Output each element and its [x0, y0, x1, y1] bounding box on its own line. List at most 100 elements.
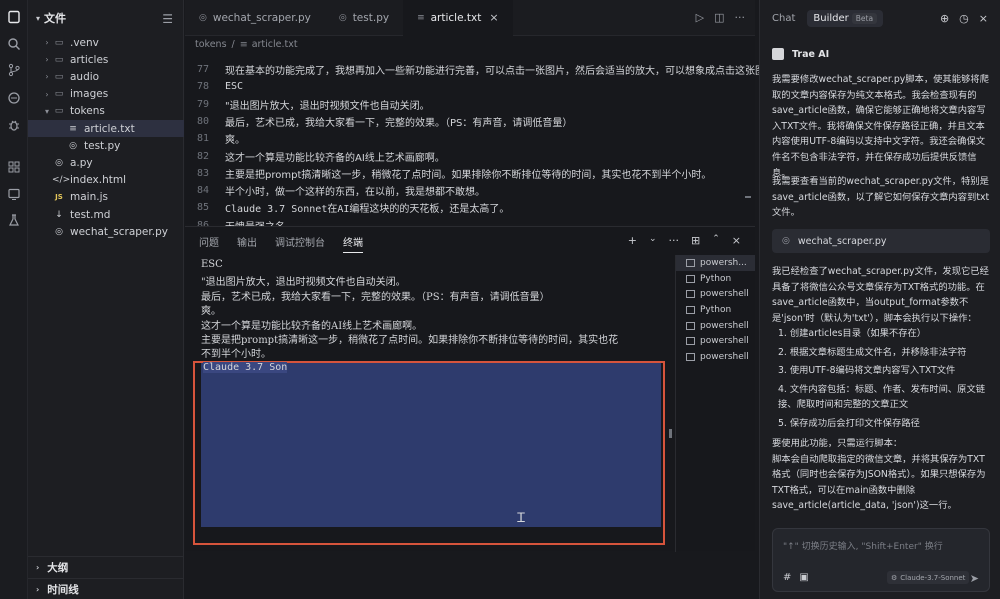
folder-icon: ▭	[54, 106, 64, 117]
breadcrumb-item[interactable]: article.txt	[252, 39, 298, 50]
tab-article-txt[interactable]: ≡ article.txt ×	[403, 0, 513, 36]
chevron-up-icon[interactable]: ⌃	[712, 234, 720, 247]
code-line: 82 这才一个算是功能比较齐备的AI线上艺术画廊啊。	[185, 148, 445, 165]
tree-item-label: index.html	[70, 174, 126, 187]
terminal-session-item[interactable]: Python	[676, 271, 755, 287]
python-file-icon: ◎	[199, 12, 207, 23]
more-icon[interactable]: ···	[669, 234, 680, 247]
chevron-down-icon[interactable]: ⌄	[649, 234, 657, 247]
line-text: ESC	[225, 81, 244, 93]
breadcrumb: tokens / ≡ article.txt	[195, 38, 298, 50]
outline-section[interactable]: › 大纲	[28, 556, 184, 578]
line-text: 主要是把prompt搞清晰这一步，稍微花了点时间。如果排除你不断排位等待的时间，…	[225, 169, 712, 181]
tab-wechat-scraper[interactable]: ◎ wechat_scraper.py	[185, 0, 325, 36]
editor-scrollbar[interactable]	[745, 196, 751, 198]
timeline-section[interactable]: › 时间线	[28, 578, 184, 599]
terminal-session-item[interactable]: powershell	[676, 286, 755, 302]
flask-icon[interactable]	[4, 210, 24, 230]
file-icon: ↓	[55, 209, 63, 220]
model-selector[interactable]: ⚙ Claude-3.7-Sonnet	[887, 571, 970, 584]
run-icon[interactable]: ▷	[696, 11, 704, 24]
tree-file[interactable]: ≡ article.txt	[28, 120, 184, 137]
tree-folder[interactable]: ▾ ▭ tokens	[28, 103, 184, 120]
tree-item-label: .venv	[70, 36, 99, 49]
search-icon[interactable]	[4, 34, 24, 54]
selected-text: Claude 3.7 Son	[203, 362, 288, 373]
terminal-icon	[686, 290, 695, 299]
steps-list-item: 4. 文件内容包括：标题、作者、发布时间、原文链接、爬取时间和完整的文章正文	[778, 383, 986, 411]
history-icon[interactable]: ◷	[959, 12, 969, 25]
tree-folder[interactable]: › ▭ images	[28, 86, 184, 103]
terminal-icon	[686, 337, 695, 346]
terminal-line: 不到半个小时。	[201, 349, 271, 361]
line-number: 84	[196, 185, 209, 197]
terminal-session-item[interactable]: powershell	[676, 318, 755, 334]
line-number: 78	[196, 81, 209, 93]
steps-list: 1. 创建articles目录（如果不存在） 2. 根据文章标题生成文件名，并移除…	[778, 326, 992, 435]
terminal-line: 主要是把prompt搞清晰这一步，稍微花了点时间。如果排除你不断排位等待的时间，…	[201, 335, 619, 346]
timeline-label: 时间线	[47, 584, 79, 596]
text-file-icon: ≡	[239, 38, 248, 50]
chevron-down-icon[interactable]: ▾	[36, 14, 40, 23]
tab-debug-console[interactable]: 调试控制台	[275, 234, 325, 249]
line-number: 81	[196, 133, 209, 145]
tree-folder[interactable]: › ▭ .venv	[28, 34, 184, 51]
tree-file[interactable]: ◎ test.py	[28, 137, 184, 154]
tree-file[interactable]: ◎ wechat_scraper.py	[28, 223, 184, 240]
files-icon[interactable]	[4, 7, 24, 27]
chevron-right-icon: ›	[45, 72, 49, 82]
panel-toolbar: + ⌄ ··· ⊞ ⌃ ×	[628, 234, 741, 247]
extensions-icon[interactable]	[4, 88, 24, 108]
chat-input-box[interactable]: "↑" 切换历史输入, "Shift+Enter" 换行 # ▣ ⚙ Claud…	[772, 528, 990, 592]
file-icon: JS	[55, 193, 63, 202]
add-terminal-icon[interactable]: +	[628, 234, 637, 247]
tab-builder[interactable]: Builder Beta	[807, 9, 884, 27]
tree-file[interactable]: JS main.js	[28, 189, 184, 206]
line-number: 77	[196, 64, 209, 75]
list-menu-icon[interactable]: ☰	[162, 12, 173, 26]
close-icon[interactable]: ×	[732, 234, 741, 247]
terminal-line: "退出图片放大，退出时视频文件也自动关闭。	[201, 277, 406, 289]
terminal-session-item[interactable]: Python	[676, 302, 755, 318]
tab-problems[interactable]: 问题	[199, 234, 219, 249]
tab-test-py[interactable]: ◎ test.py	[325, 0, 403, 36]
steps-list-item: 1. 创建articles目录（如果不存在）	[778, 328, 927, 339]
apps-icon[interactable]	[4, 157, 24, 177]
tree-item-label: a.py	[70, 156, 93, 169]
terminal-session-item[interactable]: powershell	[676, 333, 755, 349]
terminal-session-item[interactable]: powersh...	[676, 255, 755, 271]
terminal-session-item[interactable]: powershell	[676, 349, 755, 365]
more-icon[interactable]: ···	[735, 11, 746, 24]
terminal-selection-highlight[interactable]: Claude 3.7 Son Ꮖ	[193, 361, 665, 545]
tab-output[interactable]: 输出	[237, 234, 257, 249]
hash-icon[interactable]: #	[783, 572, 791, 583]
code-line: 84 半个小时，做一个这样的东西，在以前，我是想都不敢想。	[185, 182, 485, 199]
tab-chat[interactable]: Chat	[772, 13, 795, 24]
tab-terminal[interactable]: 终端	[343, 234, 363, 253]
tree-item-label: audio	[70, 70, 100, 83]
terminal-icon	[686, 274, 695, 283]
code-line: 79 "退出图片放大，退出时视频文件也自动关闭。	[185, 96, 430, 113]
line-text: 最后，艺术已成，我给大家看一下，完整的效果。（PS：有声音，请调低音量）	[225, 117, 573, 129]
tree-file[interactable]: </> index.html	[28, 172, 184, 189]
tree-file[interactable]: ↓ test.md	[28, 206, 184, 223]
tree-file[interactable]: ◎ a.py	[28, 154, 184, 171]
debug-icon[interactable]	[4, 115, 24, 135]
text-cursor-icon: Ꮖ	[517, 511, 526, 526]
layout-icon[interactable]: ⊞	[691, 234, 700, 247]
send-icon[interactable]: ➤	[970, 572, 979, 585]
new-chat-icon[interactable]: ⊕	[940, 12, 949, 25]
split-editor-icon[interactable]: ◫	[714, 11, 724, 24]
file-icon: ◎	[69, 140, 77, 151]
image-icon[interactable]: ▣	[799, 572, 808, 583]
remote-icon[interactable]	[4, 184, 24, 204]
file-reference-chip[interactable]: ◎ wechat_scraper.py	[772, 229, 990, 253]
source-control-icon[interactable]	[4, 60, 24, 80]
line-number: 85	[196, 202, 209, 214]
close-icon[interactable]: ×	[489, 11, 498, 24]
message-paragraph: 我需要查看当前的wechat_scraper.py文件，特别是save_arti…	[772, 176, 990, 219]
tree-folder[interactable]: › ▭ articles	[28, 51, 184, 68]
close-icon[interactable]: ×	[979, 12, 988, 25]
terminal-scrollbar[interactable]	[669, 429, 672, 438]
tree-folder[interactable]: › ▭ audio	[28, 68, 184, 85]
